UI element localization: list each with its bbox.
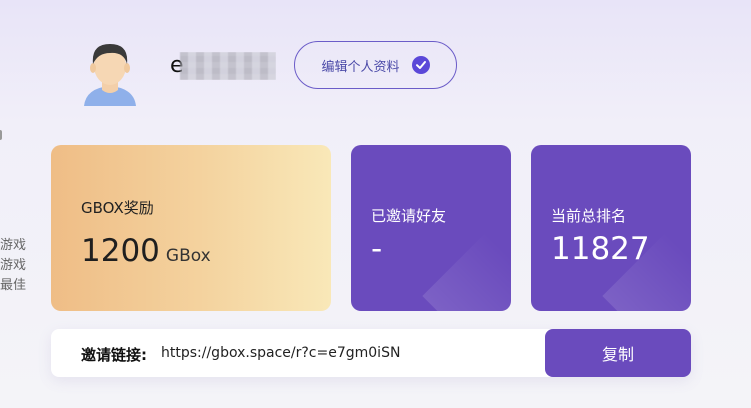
reward-label: GBOX奖励 <box>81 199 154 217</box>
check-circle-icon <box>411 56 430 74</box>
copy-label: 复制 <box>601 345 634 364</box>
side-menu-line[interactable]: 游戏 <box>0 236 26 256</box>
rank-label: 当前总排名 <box>551 207 627 225</box>
edge-marker <box>0 130 2 140</box>
edit-profile-button[interactable]: 编辑个人资料 <box>294 41 457 89</box>
reward-value-row: 1200 GBox <box>81 233 211 269</box>
side-menu-line[interactable]: 最佳 <box>0 276 26 296</box>
total-rank-card: 当前总排名 11827 <box>531 145 691 311</box>
invite-link-url[interactable]: https://gbox.space/r?c=e7gm0iSN <box>161 345 400 361</box>
reward-unit: GBox <box>165 246 211 266</box>
invited-label: 已邀请好友 <box>371 207 447 225</box>
invited-friends-card: 已邀请好友 - <box>351 145 511 311</box>
gbox-reward-card: GBOX奖励 1200 GBox <box>51 145 331 311</box>
username: e <box>170 52 276 80</box>
edit-profile-label: 编辑个人资料 <box>321 59 400 75</box>
invited-value: - <box>371 231 383 267</box>
user-avatar-icon <box>84 44 136 106</box>
rank-value: 11827 <box>551 231 650 267</box>
invite-link-bar: 邀请链接: https://gbox.space/r?c=e7gm0iSN 复制 <box>51 329 691 377</box>
username-redaction <box>180 52 276 80</box>
reward-value: 1200 <box>81 233 160 269</box>
invite-link-label: 邀请链接: <box>81 346 147 364</box>
copy-link-button[interactable]: 复制 <box>545 329 691 377</box>
avatar[interactable] <box>78 36 142 106</box>
side-menu-fragment: 游戏 游戏 最佳 <box>0 236 26 296</box>
side-menu-line[interactable]: 游戏 <box>0 256 26 276</box>
